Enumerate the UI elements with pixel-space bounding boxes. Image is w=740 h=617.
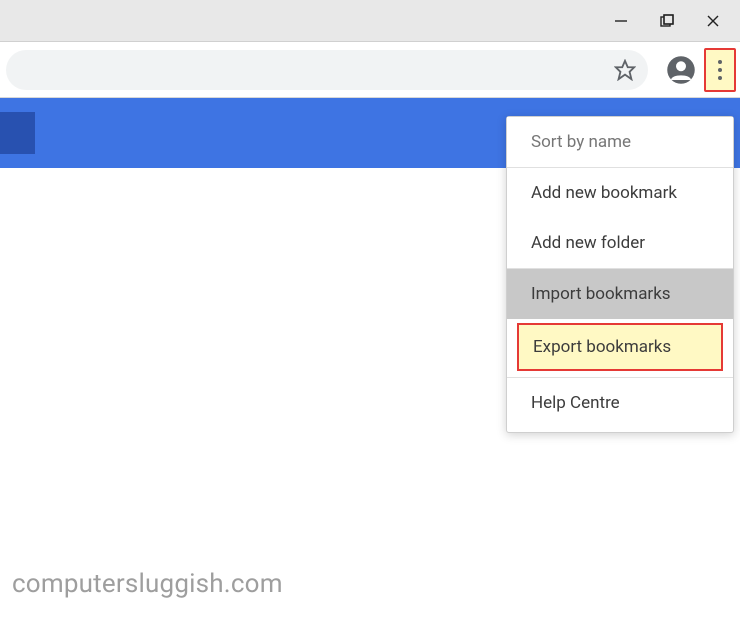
- menu-sort-by-name[interactable]: Sort by name: [507, 117, 733, 167]
- address-bar[interactable]: [6, 50, 648, 90]
- window-titlebar: [0, 0, 740, 42]
- close-button[interactable]: [690, 1, 736, 41]
- minimize-icon: [614, 14, 628, 28]
- watermark-text: computersluggish.com: [12, 569, 283, 599]
- bookmark-organize-menu: Sort by name Add new bookmark Add new fo…: [506, 116, 734, 433]
- menu-add-bookmark[interactable]: Add new bookmark: [507, 168, 733, 218]
- kebab-icon: [718, 60, 722, 80]
- browser-toolbar: [0, 42, 740, 98]
- menu-add-folder[interactable]: Add new folder: [507, 218, 733, 268]
- header-accent-square: [0, 112, 35, 154]
- maximize-icon: [660, 14, 674, 28]
- menu-help-centre[interactable]: Help Centre: [507, 378, 733, 428]
- bookmark-star-icon[interactable]: [614, 59, 636, 81]
- maximize-button[interactable]: [644, 1, 690, 41]
- profile-button[interactable]: [664, 53, 698, 87]
- minimize-button[interactable]: [598, 1, 644, 41]
- menu-import-bookmarks[interactable]: Import bookmarks: [507, 269, 733, 319]
- profile-icon: [666, 55, 696, 85]
- menu-export-bookmarks[interactable]: Export bookmarks: [517, 323, 723, 371]
- close-icon: [706, 14, 720, 28]
- chrome-menu-button[interactable]: [704, 48, 736, 92]
